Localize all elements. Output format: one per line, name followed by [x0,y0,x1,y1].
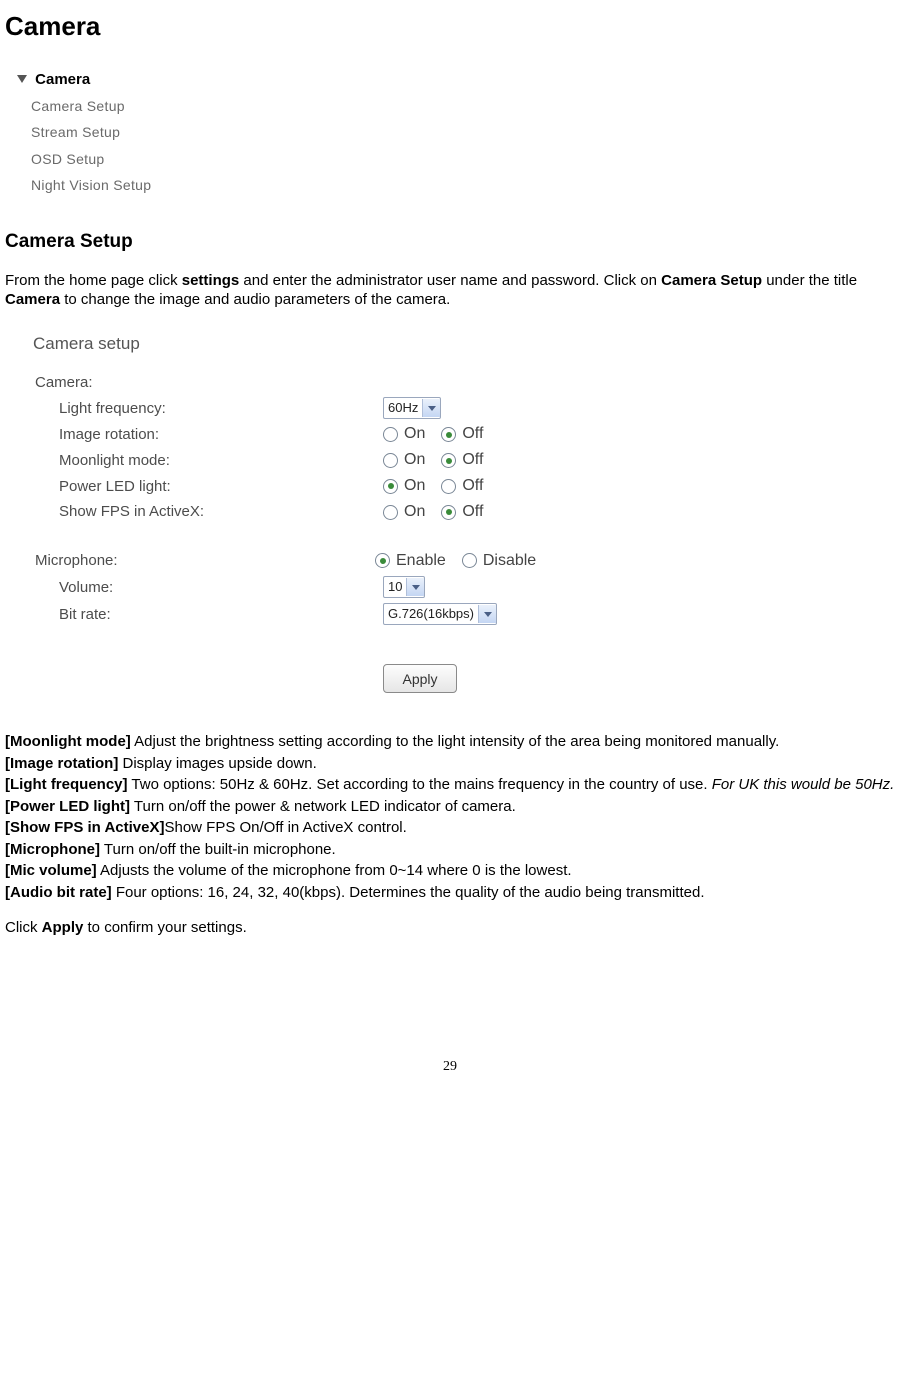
menu-item-osd-setup[interactable]: OSD Setup [31,150,217,168]
show-fps-label: Show FPS in ActiveX: [33,502,383,522]
section-title-camera-setup: Camera Setup [5,230,895,255]
chevron-down-icon [406,578,424,596]
show-fps-off-radio[interactable] [441,505,456,520]
chevron-down-icon [478,605,496,623]
moonlight-mode-label: Moonlight mode: [33,451,383,471]
camera-menu: Camera Camera Setup Stream Setup OSD Set… [5,60,229,212]
menu-item-night-vision-setup[interactable]: Night Vision Setup [31,176,217,194]
power-led-on-radio[interactable] [383,479,398,494]
volume-select[interactable]: 10 [383,576,425,598]
menu-header: Camera [17,70,217,90]
menu-item-stream-setup[interactable]: Stream Setup [31,123,217,141]
bitrate-select[interactable]: G.726(16kbps) [383,603,497,625]
chevron-down-icon [17,75,27,83]
volume-value: 10 [388,579,402,596]
camera-setup-panel: Camera setup Camera: Light frequency: 60… [17,322,684,711]
page-number: 29 [5,1058,895,1076]
light-frequency-label: Light frequency: [33,399,383,419]
apply-button[interactable]: Apply [383,664,457,693]
image-rotation-on-radio[interactable] [383,427,398,442]
moonlight-off-radio[interactable] [441,453,456,468]
bitrate-value: G.726(16kbps) [388,606,474,623]
image-rotation-off-radio[interactable] [441,427,456,442]
definitions: [Moonlight mode] Adjust the brightness s… [5,732,895,902]
light-frequency-select[interactable]: 60Hz [383,397,441,419]
image-rotation-label: Image rotation: [33,425,383,445]
chevron-down-icon [422,399,440,417]
microphone-disable-radio[interactable] [462,553,477,568]
panel-title: Camera setup [33,333,673,355]
show-fps-on-radio[interactable] [383,505,398,520]
microphone-section-label: Microphone: [33,551,375,571]
menu-header-label: Camera [35,71,90,88]
camera-section-label: Camera: [33,373,375,393]
intro-paragraph: From the home page click settings and en… [5,271,895,310]
page-title: Camera [5,10,895,44]
menu-item-camera-setup[interactable]: Camera Setup [31,97,217,115]
microphone-enable-radio[interactable] [375,553,390,568]
bitrate-label: Bit rate: [33,605,383,625]
power-led-off-radio[interactable] [441,479,456,494]
light-frequency-value: 60Hz [388,400,418,417]
moonlight-on-radio[interactable] [383,453,398,468]
volume-label: Volume: [33,578,383,598]
tail-paragraph: Click Apply to confirm your settings. [5,918,895,938]
power-led-label: Power LED light: [33,477,383,497]
